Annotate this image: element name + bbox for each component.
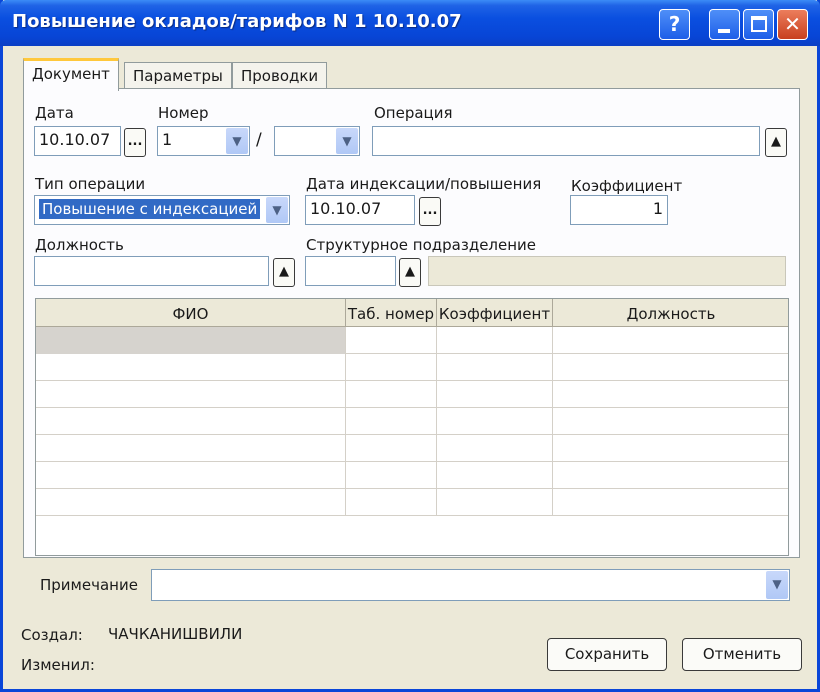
note-dropdown[interactable]: ▼: [151, 569, 790, 601]
table-cell[interactable]: [36, 462, 346, 489]
table-cell[interactable]: [437, 408, 553, 435]
unit-select-button[interactable]: ▲: [399, 258, 421, 287]
index-date-label: Дата индексации/повышения: [306, 175, 542, 193]
unit-code-field[interactable]: [305, 256, 396, 286]
question-icon: ?: [668, 12, 681, 36]
number-dropdown[interactable]: 1 ▼: [157, 126, 250, 156]
triangle-up-icon: ▲: [279, 264, 289, 279]
date-label: Дата: [35, 104, 74, 122]
column-header-position[interactable]: Должность: [553, 299, 788, 327]
note-label: Примечание: [40, 576, 138, 594]
unit-label: Структурное подразделение: [306, 236, 537, 254]
table-cell[interactable]: [553, 435, 788, 462]
created-label: Создал:: [21, 626, 83, 644]
title-bar[interactable]: Повышение окладов/тарифов N 1 10.10.07 ?…: [0, 0, 820, 46]
table-row[interactable]: [36, 408, 788, 435]
modified-label: Изменил:: [21, 656, 95, 674]
chevron-down-icon[interactable]: ▼: [336, 128, 358, 154]
date-field[interactable]: 10.10.07: [34, 126, 121, 156]
table-header: ФИО Таб. номер Коэффициент Должность: [36, 299, 788, 327]
number-label: Номер: [158, 104, 209, 122]
table-cell[interactable]: [553, 327, 788, 354]
table-cell[interactable]: [437, 327, 553, 354]
maximize-icon: [751, 16, 767, 32]
table-row[interactable]: [36, 381, 788, 408]
cancel-button[interactable]: Отменить: [682, 638, 802, 671]
table-cell[interactable]: [553, 408, 788, 435]
unit-name-field: [428, 256, 786, 286]
number-separator: /: [256, 130, 262, 150]
help-button[interactable]: ?: [659, 9, 690, 40]
close-button[interactable]: ✕: [777, 9, 808, 40]
number-value: 1: [162, 130, 173, 149]
table-cell[interactable]: [437, 354, 553, 381]
table-cell[interactable]: [36, 354, 346, 381]
save-button[interactable]: Сохранить: [547, 638, 667, 671]
table-cell[interactable]: [553, 489, 788, 516]
table-cell[interactable]: [346, 435, 437, 462]
tab-document[interactable]: Документ: [23, 58, 119, 91]
table-cell[interactable]: [36, 381, 346, 408]
column-header-fio[interactable]: ФИО: [36, 299, 346, 327]
table-cell[interactable]: [346, 381, 437, 408]
minimize-icon: [718, 29, 730, 33]
position-select-button[interactable]: ▲: [273, 258, 295, 287]
table-cell[interactable]: [346, 354, 437, 381]
window-title: Повышение окладов/тарифов N 1 10.10.07: [12, 11, 462, 32]
table-cell[interactable]: [553, 381, 788, 408]
number-suffix-dropdown[interactable]: ▼: [274, 126, 360, 156]
table-cell[interactable]: [36, 489, 346, 516]
operation-field[interactable]: [372, 126, 760, 156]
table-row[interactable]: [36, 327, 788, 354]
table-cell[interactable]: [346, 408, 437, 435]
table-cell[interactable]: [437, 462, 553, 489]
tab-postings[interactable]: Проводки: [232, 62, 328, 89]
table-cell[interactable]: [553, 354, 788, 381]
column-header-tab-number[interactable]: Таб. номер: [346, 299, 437, 327]
table-cell[interactable]: [437, 489, 553, 516]
chevron-down-icon[interactable]: ▼: [226, 128, 248, 154]
optype-dropdown[interactable]: Повышение с индексацией ▼: [34, 195, 290, 225]
coefficient-field[interactable]: 1: [570, 195, 668, 225]
column-header-coefficient[interactable]: Коэффициент: [437, 299, 553, 327]
index-date-field[interactable]: 10.10.07: [305, 195, 415, 225]
optype-value: Повышение с индексацией: [39, 199, 261, 219]
triangle-up-icon: ▲: [405, 264, 415, 279]
tab-parameters[interactable]: Параметры: [124, 62, 232, 89]
table-cell[interactable]: [437, 381, 553, 408]
table-cell[interactable]: [36, 435, 346, 462]
table-row[interactable]: [36, 489, 788, 516]
table-cell[interactable]: [346, 462, 437, 489]
chevron-down-icon[interactable]: ▼: [766, 571, 788, 599]
table-cell[interactable]: [346, 327, 437, 354]
position-label: Должность: [35, 236, 124, 254]
table-cell[interactable]: [437, 435, 553, 462]
position-field[interactable]: [34, 256, 269, 286]
close-icon: ✕: [784, 12, 801, 36]
created-value: ЧАЧКАНИШВИЛИ: [108, 625, 243, 643]
table-row[interactable]: [36, 354, 788, 381]
chevron-down-icon[interactable]: ▼: [266, 197, 288, 223]
triangle-up-icon: ▲: [771, 134, 781, 149]
table-row[interactable]: [36, 435, 788, 462]
table-cell[interactable]: [36, 408, 346, 435]
table-cell[interactable]: [36, 327, 346, 354]
table-cell[interactable]: [346, 489, 437, 516]
optype-label: Тип операции: [35, 175, 146, 193]
table-row[interactable]: [36, 462, 788, 489]
operation-label: Операция: [374, 104, 453, 122]
maximize-button[interactable]: [743, 9, 774, 40]
coefficient-label: Коэффициент: [571, 177, 683, 195]
date-picker-button[interactable]: ...: [124, 128, 146, 157]
employees-table[interactable]: ФИО Таб. номер Коэффициент Должность: [35, 298, 789, 556]
index-date-picker-button[interactable]: ...: [419, 197, 441, 226]
operation-select-button[interactable]: ▲: [765, 128, 787, 157]
dialog-window: Повышение окладов/тарифов N 1 10.10.07 ?…: [0, 0, 820, 692]
table-cell[interactable]: [553, 462, 788, 489]
minimize-button[interactable]: [709, 9, 740, 40]
